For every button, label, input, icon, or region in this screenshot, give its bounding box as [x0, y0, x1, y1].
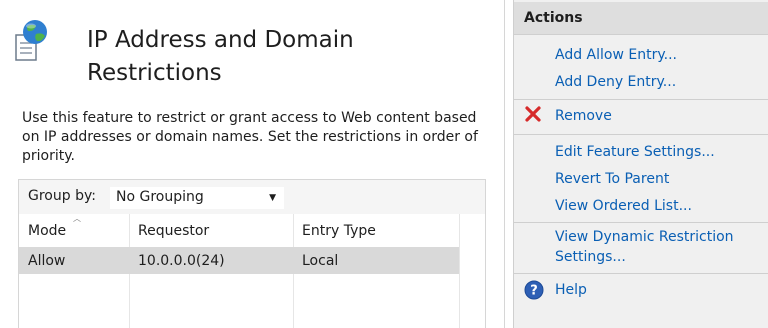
remove-link[interactable]: Remove — [555, 106, 612, 126]
help-link[interactable]: Help — [555, 280, 587, 300]
column-header-entry-type[interactable]: Entry Type — [293, 214, 459, 247]
remove-x-icon — [525, 106, 541, 122]
view-dynamic-line1: View Dynamic Restriction — [555, 229, 734, 245]
separator — [514, 222, 768, 223]
cell-mode: Allow — [28, 253, 66, 269]
group-by-label: Group by: — [28, 188, 96, 204]
help-icon: ? — [524, 280, 544, 300]
sort-ascending-icon: ︿ — [73, 214, 81, 223]
column-header-mode[interactable]: ︿ Mode — [19, 214, 129, 247]
view-dynamic-line2: Settings... — [555, 249, 626, 265]
column-header-mode-label: Mode — [28, 223, 67, 239]
page-title: IP Address and Domain Restrictions — [87, 24, 467, 90]
column-header-requestor-label: Requestor — [138, 223, 210, 239]
dropdown-arrow-icon: ▼ — [269, 193, 276, 203]
view-ordered-list-link[interactable]: View Ordered List... — [555, 196, 692, 216]
separator — [514, 134, 768, 135]
globe-document-icon — [15, 20, 47, 61]
add-deny-entry-link[interactable]: Add Deny Entry... — [555, 72, 676, 92]
edit-feature-settings-link[interactable]: Edit Feature Settings... — [555, 142, 715, 162]
table-row[interactable]: Allow 10.0.0.0(24) Local — [19, 247, 459, 274]
cell-entry-type: Local — [302, 253, 339, 269]
svg-text:?: ? — [530, 284, 538, 299]
page-title-line1: IP Address and Domain — [87, 27, 354, 53]
separator — [514, 99, 768, 100]
group-by-bar: Group by: No Grouping ▼ — [19, 180, 485, 214]
view-dynamic-restriction-settings-link[interactable]: View Dynamic Restriction Settings... — [555, 227, 734, 267]
feature-pane: IP Address and Domain Restrictions Use t… — [0, 0, 505, 328]
actions-header: Actions — [514, 2, 768, 35]
column-header-requestor[interactable]: Requestor — [129, 214, 293, 247]
group-by-value: No Grouping — [116, 189, 204, 205]
revert-to-parent-link[interactable]: Revert To Parent — [555, 169, 669, 189]
add-allow-entry-link[interactable]: Add Allow Entry... — [555, 45, 677, 65]
column-header-entry-type-label: Entry Type — [302, 223, 376, 239]
column-divider — [459, 214, 460, 328]
actions-pane: Actions Add Allow Entry... Add Deny Entr… — [513, 0, 768, 328]
group-by-dropdown[interactable]: No Grouping ▼ — [109, 186, 285, 210]
cell-requestor: 10.0.0.0(24) — [138, 253, 225, 269]
restrictions-grid: Group by: No Grouping ▼ ︿ Mode Requestor… — [18, 179, 486, 328]
separator — [514, 273, 768, 274]
page-title-line2: Restrictions — [87, 60, 222, 86]
feature-description: Use this feature to restrict or grant ac… — [22, 110, 478, 164]
